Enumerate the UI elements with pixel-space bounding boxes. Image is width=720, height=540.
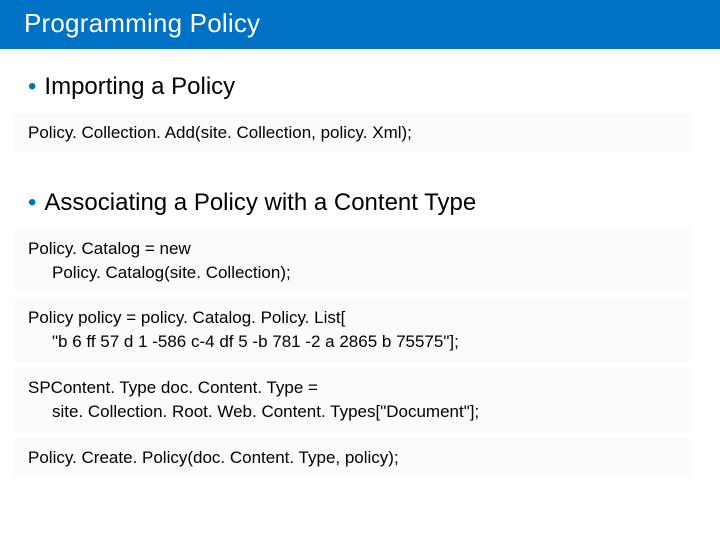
code-block: Policy. Create. Policy(doc. Content. Typ… [14, 438, 692, 478]
slide: Programming Policy • Importing a Policy … [0, 0, 720, 540]
code-block: Policy policy = policy. Catalog. Policy.… [14, 298, 692, 362]
slide-body: • Importing a Policy Policy. Collection.… [0, 49, 720, 483]
code-block: SPContent. Type doc. Content. Type =site… [14, 368, 692, 432]
bullet-icon: • [28, 191, 36, 215]
code-block: Policy. Collection. Add(site. Collection… [14, 113, 692, 153]
bullet-text: Associating a Policy with a Content Type [44, 189, 476, 217]
slide-title: Programming Policy [0, 0, 720, 49]
bullet-item: • Associating a Policy with a Content Ty… [28, 189, 692, 217]
bullet-icon: • [28, 75, 36, 99]
bullet-text: Importing a Policy [44, 73, 235, 101]
code-block: Policy. Catalog = newPolicy. Catalog(sit… [14, 229, 692, 293]
bullet-item: • Importing a Policy [28, 73, 692, 101]
